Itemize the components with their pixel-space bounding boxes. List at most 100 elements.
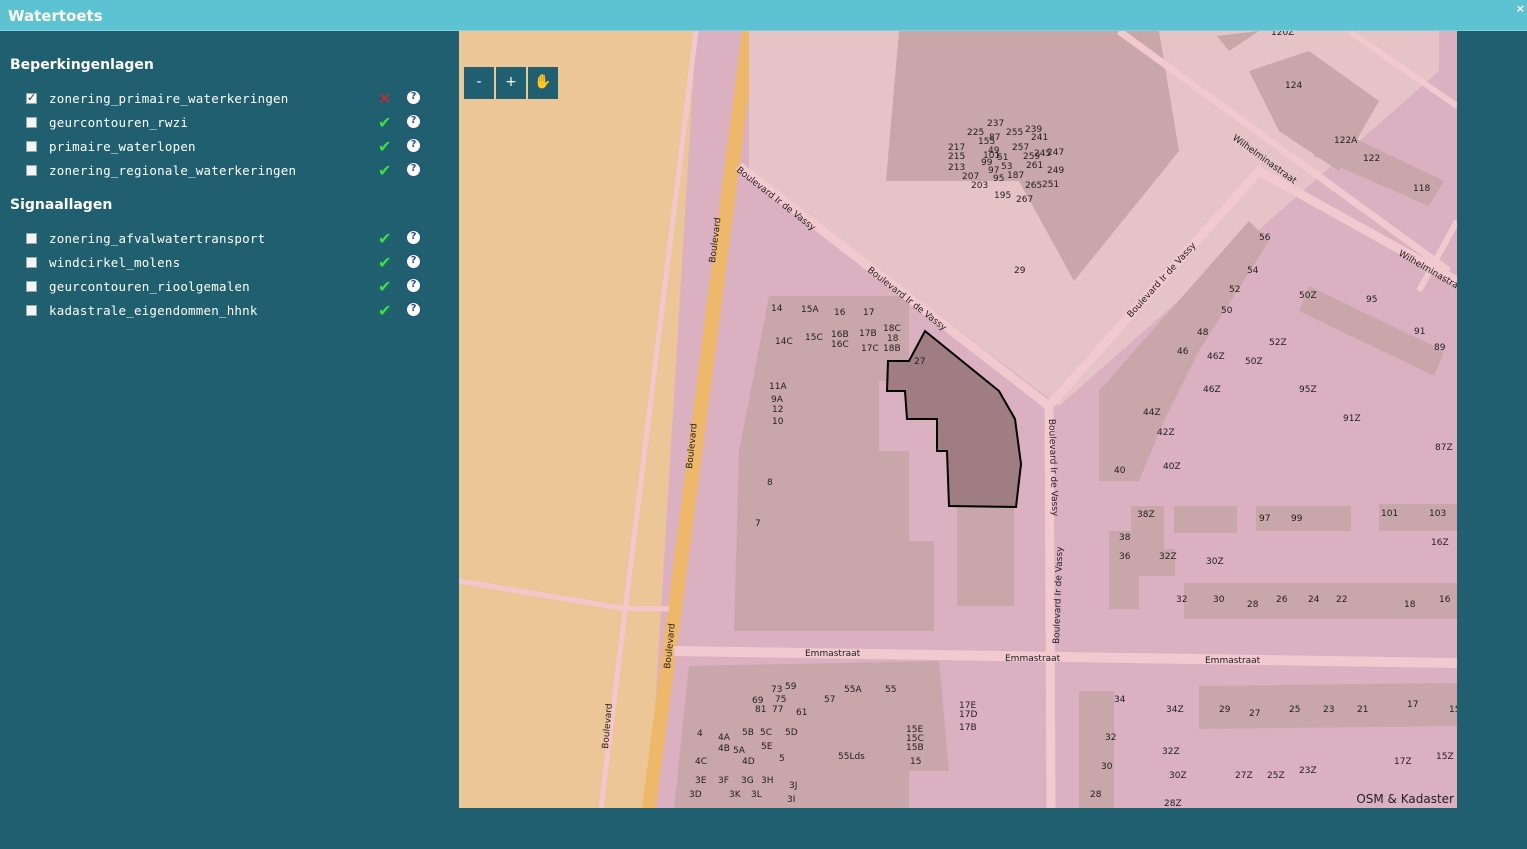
zoom-out-button[interactable]: - xyxy=(464,67,494,99)
house-number: 46Z xyxy=(1203,385,1221,395)
house-number: 34 xyxy=(1114,695,1126,705)
house-number: 17B xyxy=(959,723,977,733)
house-number: 8 xyxy=(767,478,773,488)
house-number: 75 xyxy=(775,695,786,705)
house-number: 48 xyxy=(1197,328,1209,338)
house-number: 9A xyxy=(771,395,784,405)
help-icon[interactable]: ? xyxy=(406,114,421,129)
layer-label: zonering_primaire_waterkeringen xyxy=(49,91,289,106)
house-number: 56 xyxy=(1259,233,1271,243)
house-number: 15B xyxy=(906,743,924,753)
pan-button[interactable]: ✋ xyxy=(528,67,558,99)
house-number: 3F xyxy=(718,776,729,786)
house-number: 55Lds xyxy=(838,752,865,762)
green-check-icon: ✔ xyxy=(378,253,392,272)
green-check-icon: ✔ xyxy=(378,229,392,248)
green-check-icon: ✔ xyxy=(378,137,392,156)
house-number: 28 xyxy=(1247,600,1259,610)
layer-label: zonering_regionale_waterkeringen xyxy=(49,163,297,178)
house-number: 251 xyxy=(1042,180,1059,190)
house-number: 241 xyxy=(1031,133,1048,143)
help-icon[interactable]: ? xyxy=(406,138,421,153)
layer-checkbox[interactable] xyxy=(26,117,37,128)
house-number: 57 xyxy=(824,695,835,705)
house-number: 122A xyxy=(1334,136,1358,146)
house-number: 22 xyxy=(1336,595,1347,605)
house-number: 50Z xyxy=(1299,291,1317,301)
house-number: 203 xyxy=(971,181,988,191)
house-number: 38 xyxy=(1119,533,1131,543)
house-number: 5D xyxy=(785,728,798,738)
house-number: 14 xyxy=(771,304,783,314)
house-number: 29 xyxy=(1219,705,1231,715)
house-number: 3G xyxy=(741,776,754,786)
section-title-signaallagen: Signaallagen xyxy=(10,197,113,213)
house-number: 27 xyxy=(914,357,925,367)
layer-label: windcirkel_molens xyxy=(49,255,181,270)
close-icon[interactable]: × xyxy=(1516,2,1525,15)
map-attribution: OSM & Kadaster xyxy=(1356,792,1454,806)
house-number: 28 xyxy=(1090,790,1102,800)
help-icon[interactable]: ? xyxy=(406,278,421,293)
house-number: 195 xyxy=(994,191,1011,201)
title-bar: Watertoets × xyxy=(0,0,1527,31)
house-number: 18B xyxy=(883,344,901,354)
house-number: 89 xyxy=(1434,343,1446,353)
house-number: 11A xyxy=(769,382,787,392)
zoom-in-button[interactable]: + xyxy=(496,67,526,99)
green-check-icon: ✔ xyxy=(378,161,392,180)
house-number: 5B xyxy=(742,728,754,738)
house-number: 17B xyxy=(859,329,877,339)
house-number: 5 xyxy=(779,754,785,764)
layer-checkbox[interactable] xyxy=(26,281,37,292)
house-number: 26 xyxy=(1276,595,1288,605)
house-number: 46Z xyxy=(1207,352,1225,362)
layer-checkbox[interactable] xyxy=(26,257,37,268)
window-title: Watertoets xyxy=(8,7,103,25)
house-number: 12 xyxy=(772,405,783,415)
house-number: 249 xyxy=(1047,166,1064,176)
layer-checkbox[interactable] xyxy=(26,165,37,176)
layer-checkbox[interactable] xyxy=(26,233,37,244)
house-number: 5E xyxy=(761,742,773,752)
section-title-beperkingenlagen: Beperkingenlagen xyxy=(10,57,154,73)
help-icon[interactable]: ? xyxy=(406,230,421,245)
house-number: 95 xyxy=(1366,295,1377,305)
house-number: 21 xyxy=(1357,705,1368,715)
house-number: 16 xyxy=(834,308,846,318)
hand-icon: ✋ xyxy=(534,74,552,90)
house-number: 3I xyxy=(787,795,795,805)
house-number: 10 xyxy=(772,417,784,427)
house-number: 59 xyxy=(785,682,797,692)
house-number: 15C xyxy=(805,333,823,343)
house-number: 265 xyxy=(1025,181,1042,191)
help-icon[interactable]: ? xyxy=(406,302,421,317)
house-number: 25Z xyxy=(1267,771,1285,781)
house-number: 187 xyxy=(1007,171,1024,181)
house-number: 17Z xyxy=(1394,757,1412,767)
house-number: 215 xyxy=(948,152,965,162)
layer-checkbox[interactable] xyxy=(26,141,37,152)
house-number: 3J xyxy=(789,781,797,791)
layer-label: geurcontouren_rioolgemalen xyxy=(49,279,250,294)
help-icon[interactable]: ? xyxy=(406,162,421,177)
house-number: 30Z xyxy=(1169,771,1187,781)
map-canvas[interactable]: Boulevard Boulevard Boulevard Boulevard … xyxy=(459,31,1457,808)
layer-label: geurcontouren_rwzi xyxy=(49,115,189,130)
house-number: 46 xyxy=(1177,347,1189,357)
layer-checkbox[interactable] xyxy=(26,305,37,316)
house-number: 15Z xyxy=(1436,752,1454,762)
help-icon[interactable]: ? xyxy=(406,90,421,105)
house-number: 50 xyxy=(1221,306,1233,316)
map-view[interactable]: Boulevard Boulevard Boulevard Boulevard … xyxy=(459,31,1457,808)
layer-label: primaire_waterlopen xyxy=(49,139,196,154)
house-number: 3H xyxy=(761,776,774,786)
house-number: 17 xyxy=(863,308,874,318)
house-number: 36 xyxy=(1119,552,1131,562)
house-number: 18 xyxy=(1404,600,1416,610)
help-icon[interactable]: ? xyxy=(406,254,421,269)
house-number: 87Z xyxy=(1435,443,1453,453)
layer-checkbox[interactable] xyxy=(26,91,37,104)
house-number: 42Z xyxy=(1157,428,1175,438)
house-number: 3D xyxy=(689,790,702,800)
